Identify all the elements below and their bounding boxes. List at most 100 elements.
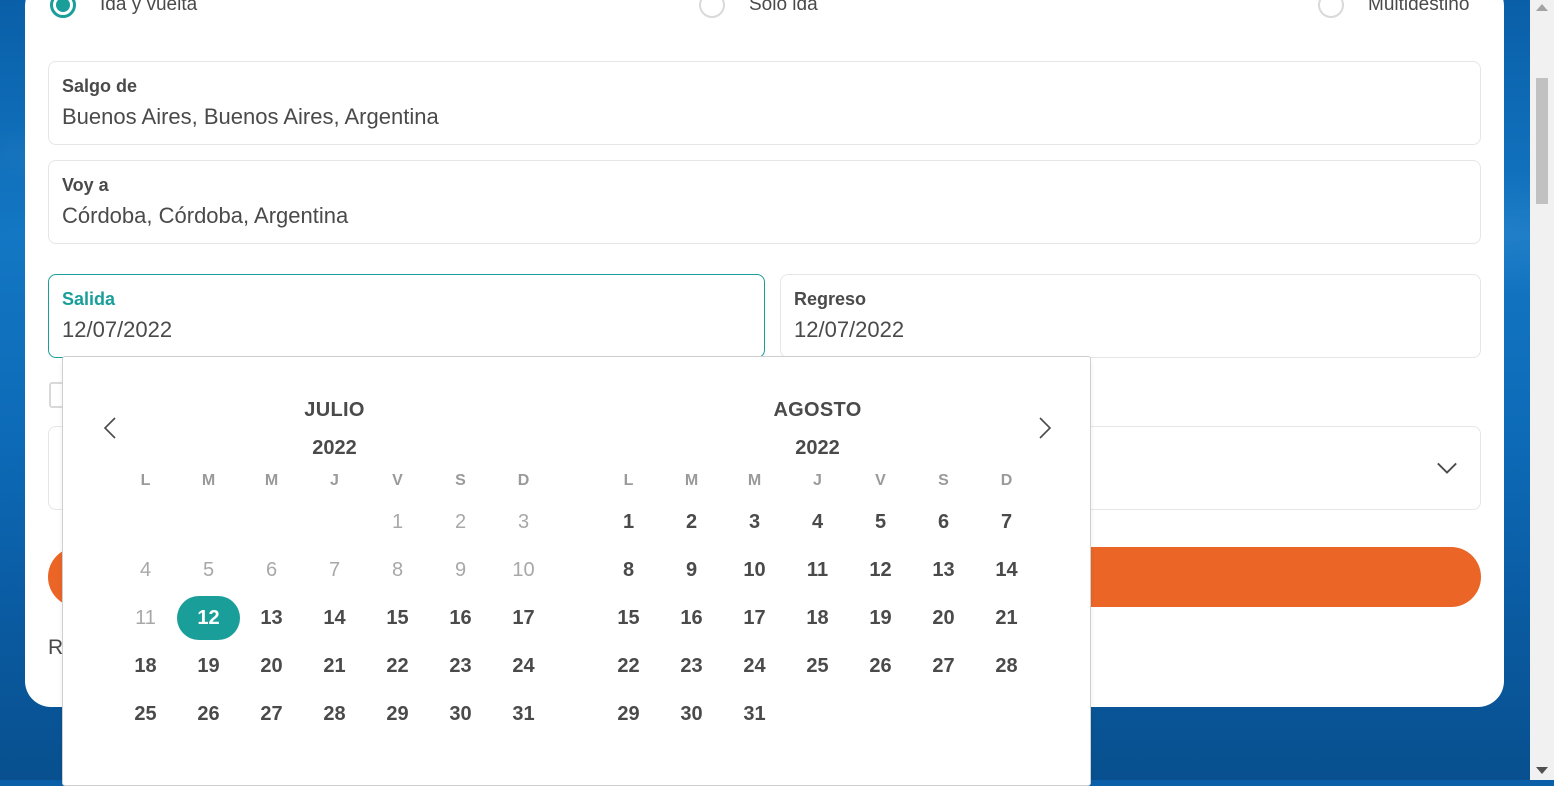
radio-round-trip[interactable]: Ida y vuelta	[50, 0, 197, 18]
calendar-day[interactable]: 24	[492, 642, 555, 690]
radio-label: Ida y vuelta	[100, 0, 198, 15]
calendar-day[interactable]: 14	[303, 594, 366, 642]
calendar-day: 8	[391, 559, 404, 581]
weekday-label: M	[684, 472, 699, 489]
calendar-day[interactable]: 17	[723, 594, 786, 642]
weekday-label: L	[140, 472, 151, 489]
calendar-day[interactable]: 15	[597, 594, 660, 642]
partial-text: R	[48, 636, 64, 659]
calendar-day[interactable]: 12	[849, 546, 912, 594]
calendar-day[interactable]: 24	[723, 642, 786, 690]
calendar-day[interactable]: 30	[660, 690, 723, 738]
calendar-day[interactable]: 27	[240, 690, 303, 738]
calendar-day: 4	[139, 559, 152, 581]
weekday-label: S	[455, 472, 466, 489]
radio-multi-destination[interactable]: Multidestino	[1318, 0, 1469, 18]
scroll-up-icon[interactable]	[1536, 4, 1548, 11]
calendar-day[interactable]: 21	[975, 594, 1038, 642]
calendar-day: 2	[454, 511, 467, 533]
calendar-day[interactable]: 1	[597, 498, 660, 546]
calendar-day[interactable]: 6	[912, 498, 975, 546]
weekday-label: M	[747, 472, 762, 489]
calendar-day[interactable]: 30	[429, 690, 492, 738]
trip-type-group: Ida y vuelta Solo ida Multidestino	[25, 0, 1504, 18]
calendar-day: 1	[391, 511, 404, 533]
calendar-day[interactable]: 10	[723, 546, 786, 594]
departure-date-field[interactable]: Salida 12/07/2022	[48, 274, 765, 358]
calendar-day[interactable]: 19	[849, 594, 912, 642]
calendar-day[interactable]: 14	[975, 546, 1038, 594]
weekday-label: J	[330, 472, 339, 489]
departure-value: 12/07/2022	[62, 317, 173, 342]
calendar-day[interactable]: 4	[786, 498, 849, 546]
calendar-day[interactable]: 27	[912, 642, 975, 690]
calendar-day[interactable]: 20	[912, 594, 975, 642]
calendar-day-selected[interactable]: 12	[177, 594, 240, 642]
calendar-day[interactable]: 18	[786, 594, 849, 642]
month-year: 2022	[312, 437, 357, 459]
calendar-day[interactable]: 15	[366, 594, 429, 642]
calendar-day[interactable]: 29	[597, 690, 660, 738]
calendar-day[interactable]: 3	[723, 498, 786, 546]
calendar-day[interactable]: 7	[975, 498, 1038, 546]
weekday-label: M	[201, 472, 216, 489]
calendar-day[interactable]: 23	[660, 642, 723, 690]
scroll-down-icon[interactable]	[1536, 767, 1548, 774]
calendar-day[interactable]: 22	[597, 642, 660, 690]
calendar-day[interactable]: 19	[177, 642, 240, 690]
calendar-day[interactable]: 16	[429, 594, 492, 642]
calendar-day[interactable]: 17	[492, 594, 555, 642]
calendar-day[interactable]: 20	[240, 642, 303, 690]
calendar-day[interactable]: 25	[114, 690, 177, 738]
month-name: JULIO	[304, 399, 365, 421]
weekday-label: S	[938, 472, 949, 489]
calendar-day: 10	[512, 559, 535, 581]
calendar-day[interactable]: 9	[660, 546, 723, 594]
calendar-day[interactable]: 28	[303, 690, 366, 738]
calendar-day: 5	[202, 559, 215, 581]
calendar-day: 6	[265, 559, 278, 581]
month-year: 2022	[795, 437, 840, 459]
origin-value: Buenos Aires, Buenos Aires, Argentina	[62, 104, 439, 129]
origin-field[interactable]: Salgo de Buenos Aires, Buenos Aires, Arg…	[48, 61, 1481, 145]
radio-label: Multidestino	[1368, 0, 1470, 15]
return-date-field[interactable]: Regreso 12/07/2022	[780, 274, 1481, 358]
calendar-day[interactable]: 21	[303, 642, 366, 690]
calendar-day[interactable]: 22	[366, 642, 429, 690]
radio-one-way[interactable]: Solo ida	[699, 0, 818, 18]
weekday-label: V	[875, 472, 886, 489]
weekday-label: D	[517, 472, 530, 489]
scrollbar[interactable]	[1530, 0, 1554, 780]
calendar-day[interactable]: 13	[912, 546, 975, 594]
calendar-day[interactable]: 29	[366, 690, 429, 738]
radio-selected-icon	[50, 0, 76, 18]
destination-value: Córdoba, Córdoba, Argentina	[62, 203, 349, 228]
calendar-day[interactable]: 26	[849, 642, 912, 690]
calendar-day: 11	[135, 607, 156, 629]
calendar-day[interactable]: 18	[114, 642, 177, 690]
calendar-day[interactable]: 28	[975, 642, 1038, 690]
weekday-label: M	[264, 472, 279, 489]
calendar-day[interactable]: 25	[786, 642, 849, 690]
return-value: 12/07/2022	[794, 317, 905, 342]
chevron-down-icon	[1437, 462, 1457, 474]
radio-label: Solo ida	[749, 0, 818, 15]
calendar-day[interactable]: 16	[660, 594, 723, 642]
scroll-thumb[interactable]	[1536, 78, 1548, 204]
calendar-day[interactable]: 26	[177, 690, 240, 738]
calendar-day[interactable]: 2	[660, 498, 723, 546]
calendar-day[interactable]: 11	[786, 546, 849, 594]
calendar-day[interactable]: 31	[492, 690, 555, 738]
calendar-day[interactable]: 13	[240, 594, 303, 642]
calendar-day[interactable]: 5	[849, 498, 912, 546]
calendar-day[interactable]: 31	[723, 690, 786, 738]
radio-unselected-icon	[1318, 0, 1344, 18]
calendar-day[interactable]: 23	[429, 642, 492, 690]
destination-field[interactable]: Voy a Córdoba, Córdoba, Argentina	[48, 160, 1481, 244]
calendar-day[interactable]: 8	[597, 546, 660, 594]
calendar-day: 3	[517, 511, 530, 533]
weekday-label: L	[623, 472, 634, 489]
date-picker: JULIO 2022 L M M J V S D 1 2 3 4 5 6 7 8 9 10 11 12 13 14 15 1…	[62, 356, 1091, 786]
origin-label: Salgo de	[62, 76, 138, 96]
departure-label: Salida	[62, 289, 116, 309]
